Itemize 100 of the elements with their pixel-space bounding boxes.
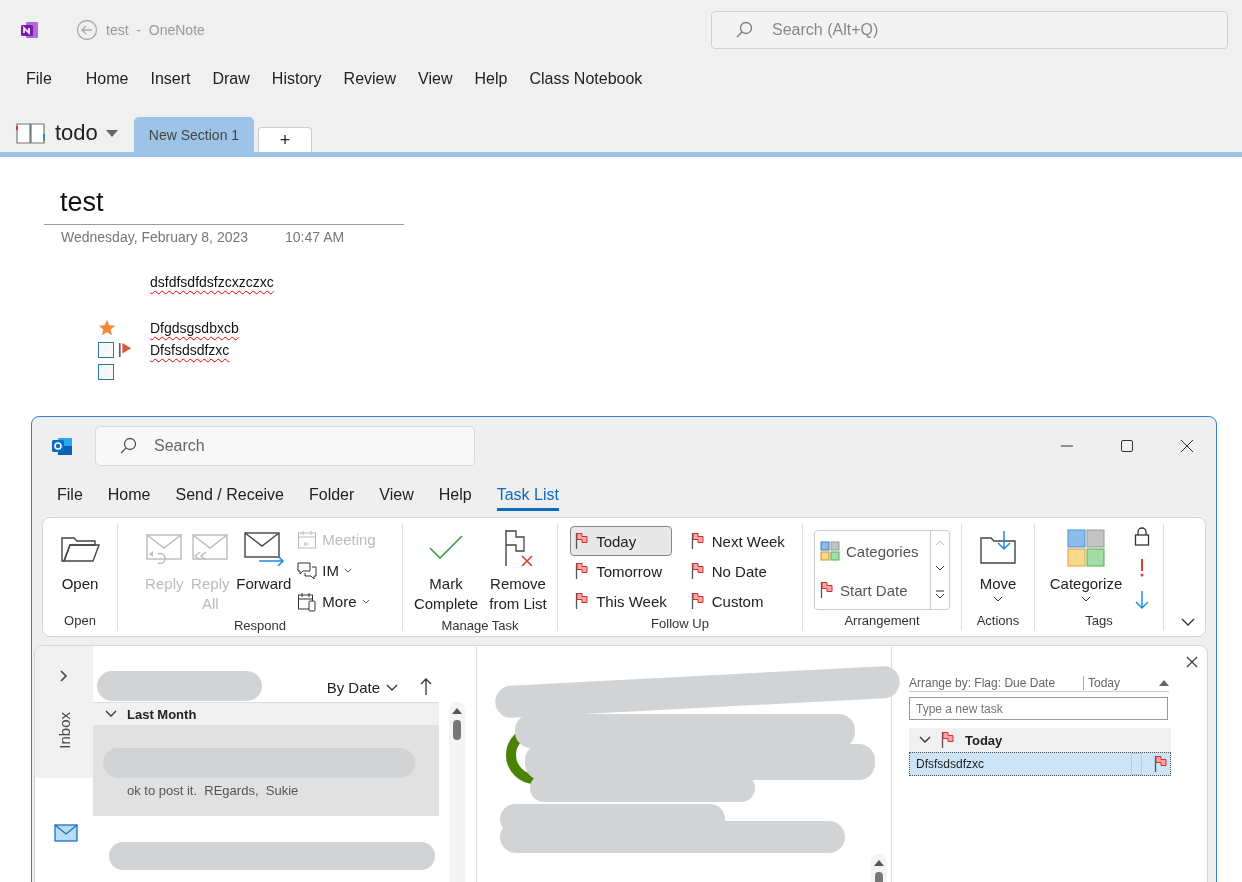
follow-up-button[interactable]: Tomorrow	[570, 556, 672, 586]
follow-up-button[interactable]: Next Week	[685, 526, 790, 556]
flag-icon	[575, 592, 590, 610]
group-label: Open	[64, 613, 96, 630]
menu-item[interactable]: History	[271, 70, 322, 88]
menu-item[interactable]: Help	[474, 70, 508, 88]
ribbon-tab[interactable]: Home	[107, 479, 151, 511]
chat-icon	[297, 560, 318, 581]
ribbon-button[interactable]: Remove from List	[485, 524, 551, 618]
search-field[interactable]: Search (Alt+Q)	[711, 11, 1228, 49]
gallery-item[interactable]: Categories	[820, 541, 930, 561]
close-icon[interactable]	[1186, 656, 1198, 668]
flag-icon	[820, 581, 834, 599]
todo-checkbox[interactable]	[98, 364, 114, 380]
ribbon-tab[interactable]: File	[57, 479, 83, 511]
app-logo-icon	[20, 20, 40, 40]
ribbon-tab[interactable]: Folder	[309, 479, 355, 511]
menu-item[interactable]: Review	[343, 70, 397, 88]
note-text: Dfsfsdsdfzxc	[150, 342, 230, 358]
search-field[interactable]: Search	[95, 426, 475, 466]
scroll-up-icon[interactable]	[452, 708, 462, 714]
page-time: 10:47 AM	[285, 229, 345, 245]
folder-label[interactable]: Inbox	[55, 712, 73, 749]
ribbon-tab[interactable]: View	[379, 479, 414, 511]
envelope-icon	[144, 532, 185, 564]
mail-icon[interactable]	[54, 824, 78, 842]
group-label: Actions	[976, 613, 1020, 630]
flag-icon	[118, 341, 132, 359]
app-logo-icon	[51, 435, 73, 457]
section-tab[interactable]: New Section 1	[133, 117, 255, 152]
menu-item[interactable]: View	[418, 70, 453, 88]
scroll-thumb[interactable]	[453, 720, 461, 740]
follow-up-button[interactable]: No Date	[685, 556, 790, 586]
calendar-icon	[297, 529, 318, 550]
group-label: Today	[965, 732, 1003, 748]
ribbon-button[interactable]: Open	[58, 524, 102, 598]
chevron-down-icon[interactable]	[919, 736, 931, 744]
group-header[interactable]: Last Month	[93, 702, 439, 725]
close-icon[interactable]	[1180, 439, 1194, 453]
folder-icon	[978, 530, 1018, 566]
page-date: Wednesday, February 8, 2023	[61, 229, 249, 245]
sort-icon[interactable]	[1159, 680, 1169, 686]
scrollbar[interactable]	[449, 702, 465, 882]
calendar-phone-icon	[297, 591, 318, 612]
down-arrow-icon[interactable]	[1135, 590, 1150, 610]
envelope-icon	[242, 530, 285, 566]
color-squares-icon	[1066, 528, 1106, 568]
notebook-name[interactable]: todo	[55, 120, 98, 146]
chevron-down-icon	[386, 683, 398, 692]
chevron-down-icon[interactable]	[1181, 618, 1195, 626]
follow-up-button[interactable]: Today	[570, 526, 672, 556]
color-squares-icon	[820, 541, 840, 561]
follow-up-button[interactable]: This Week	[570, 586, 672, 616]
chevron-down-icon[interactable]	[105, 710, 117, 718]
column-header[interactable]: Arrange by: Flag: Due Date	[909, 676, 1084, 690]
arrangement-gallery[interactable]: Categories Start Date	[814, 530, 950, 610]
flag-icon	[941, 731, 955, 749]
scroll-down-icon[interactable]	[935, 565, 945, 571]
more-icon[interactable]	[935, 589, 945, 600]
message-preview: ok to post it. REgards, Sukie	[127, 783, 300, 798]
gallery-item[interactable]: Start Date	[820, 581, 930, 599]
sort-dropdown[interactable]: By Date	[326, 679, 398, 696]
ribbon-button[interactable]: Mark Complete	[409, 524, 483, 618]
menu-item[interactable]: Class Notebook	[529, 70, 643, 88]
add-section-tab[interactable]: +	[258, 127, 313, 152]
group-label: Last Month	[127, 706, 197, 722]
notebook-icon	[16, 122, 46, 144]
task-item[interactable]: Dfsfsdsdfzxc	[909, 752, 1171, 776]
menu-item[interactable]: Insert	[150, 70, 191, 88]
new-task-field[interactable]: Type a new task	[909, 697, 1168, 720]
note-text: dsfdfsdfdsfzcxzczxc	[150, 274, 274, 290]
group-header[interactable]: Today	[909, 728, 1171, 752]
group-label: Arrangement	[844, 613, 920, 630]
ribbon-button[interactable]: Forward	[234, 524, 294, 598]
exclamation-icon[interactable]	[1139, 558, 1146, 578]
ribbon-button[interactable]: More	[295, 588, 378, 615]
caret-icon[interactable]	[105, 130, 118, 138]
todo-checkbox[interactable]	[98, 342, 114, 358]
menu-item[interactable]: Home	[85, 70, 129, 88]
search-icon	[735, 21, 753, 39]
page-title: test	[44, 157, 404, 225]
ribbon-tab[interactable]: Send / Receive	[175, 479, 284, 511]
chevron-right-icon[interactable]	[60, 670, 68, 682]
lock-icon[interactable]	[1134, 526, 1151, 546]
flag-icon	[575, 562, 590, 580]
flag-icon	[690, 562, 705, 580]
scroll-up-icon[interactable]	[874, 860, 884, 866]
ribbon-tab[interactable]: Help	[438, 479, 472, 511]
ribbon-button[interactable]: Categorize	[1047, 524, 1125, 606]
maximize-icon[interactable]	[1120, 439, 1134, 453]
sort-direction-icon[interactable]	[420, 678, 432, 696]
column-header[interactable]: Today	[1084, 676, 1159, 690]
flag-icon	[690, 592, 705, 610]
ribbon-button[interactable]: IM	[295, 557, 378, 584]
ribbon-button[interactable]: Move	[976, 524, 1020, 606]
follow-up-button[interactable]: Custom	[685, 586, 790, 616]
flag-icon	[690, 532, 705, 550]
ribbon-tab[interactable]: Task List	[496, 479, 559, 511]
menu-item[interactable]: File	[26, 70, 52, 88]
menu-item[interactable]: Draw	[212, 70, 250, 88]
